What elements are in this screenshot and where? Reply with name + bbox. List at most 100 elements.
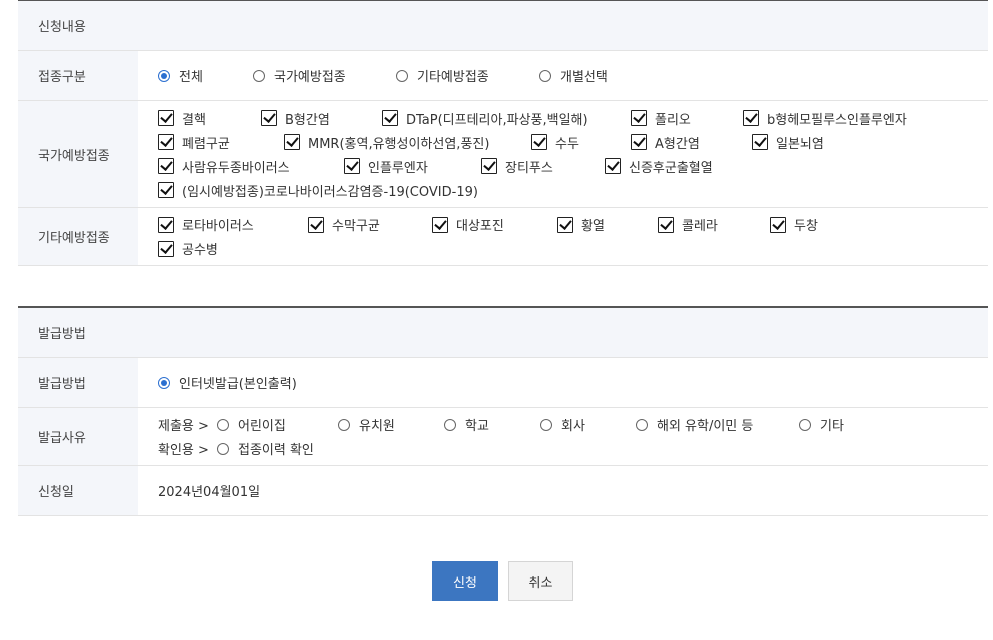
- reason-option[interactable]: 어린이집: [217, 415, 286, 434]
- issuance-reason-label: 발급사유: [18, 408, 138, 465]
- vaccine-label: 로타바이러스: [182, 219, 254, 234]
- application-header: 신청내용: [18, 1, 988, 51]
- checkbox-checked-icon[interactable]: [344, 158, 360, 174]
- vaccine-label: 일본뇌염: [776, 136, 824, 152]
- issuance-method-options: 인터넷발급(본인출력): [138, 358, 988, 407]
- vaccine-checkbox[interactable]: (임시예방접종)코로나바이러스감염증-19(COVID-19): [158, 181, 478, 200]
- radio-icon[interactable]: [444, 418, 456, 431]
- vaccine-checkbox[interactable]: 신증후군출혈열: [605, 157, 713, 176]
- checkbox-checked-icon[interactable]: [752, 134, 768, 150]
- method-option-internet[interactable]: 인터넷발급(본인출력): [158, 373, 297, 392]
- reason-option[interactable]: 회사: [540, 415, 585, 434]
- vaccine-label: MMR(홍역,유행성이하선염,풍진): [308, 136, 490, 152]
- checkbox-checked-icon[interactable]: [432, 216, 448, 233]
- radio-icon[interactable]: [217, 418, 229, 431]
- vaccine-checkbox[interactable]: 사람유두종바이러스: [158, 157, 290, 176]
- radio-icon[interactable]: [540, 418, 552, 431]
- checkbox-checked-icon[interactable]: [158, 240, 174, 257]
- issuance-header: 발급방법: [18, 308, 988, 358]
- application-date-label: 신청일: [18, 466, 138, 515]
- vaccine-checkbox[interactable]: 수두: [531, 133, 579, 152]
- radio-icon[interactable]: [217, 442, 229, 455]
- radio-checked-icon[interactable]: [158, 376, 170, 389]
- reason-option[interactable]: 학교: [444, 415, 489, 434]
- vaccine-label: 대상포진: [456, 219, 504, 234]
- vaccine-label: 사람유두종바이러스: [182, 160, 290, 176]
- radio-icon[interactable]: [539, 69, 551, 82]
- vaccine-label: 수두: [555, 136, 579, 152]
- vaccine-label: (임시예방접종)코로나바이러스감염증-19(COVID-19): [182, 184, 478, 200]
- reason-option[interactable]: 유치원: [338, 415, 395, 434]
- vaccination-type-options: 전체 국가예방접종 기타예방접종 개별선택: [138, 51, 988, 100]
- vaccine-checkbox[interactable]: 두창: [770, 215, 818, 234]
- vaccine-checkbox[interactable]: A형간염: [631, 133, 700, 152]
- reason-option-label: 회사: [561, 419, 585, 434]
- checkbox-checked-icon[interactable]: [631, 110, 647, 126]
- vaccine-checkbox[interactable]: MMR(홍역,유행성이하선염,풍진): [284, 133, 489, 152]
- confirm-prefix: 확인용 >: [158, 443, 209, 458]
- checkbox-checked-icon[interactable]: [557, 216, 573, 233]
- vaccine-checkbox[interactable]: 수막구균: [308, 215, 380, 234]
- type-option-other[interactable]: 기타예방접종: [396, 66, 489, 85]
- radio-icon[interactable]: [396, 69, 408, 82]
- checkbox-checked-icon[interactable]: [382, 110, 398, 126]
- vaccination-type-label: 접종구분: [18, 51, 138, 100]
- reason-option-label: 기타: [820, 419, 844, 434]
- vaccine-checkbox[interactable]: 일본뇌염: [752, 133, 824, 152]
- vaccine-checkbox[interactable]: 장티푸스: [481, 157, 553, 176]
- other-vaccination-options: 로타바이러스 수막구균 대상포진 황열 콜레라 두창 공수병: [138, 208, 988, 265]
- reason-option[interactable]: 기타: [799, 415, 844, 434]
- checkbox-checked-icon[interactable]: [531, 134, 547, 150]
- checkbox-checked-icon[interactable]: [308, 216, 324, 233]
- vaccine-checkbox[interactable]: b형헤모필루스인플루엔자: [743, 109, 907, 128]
- radio-icon[interactable]: [253, 69, 265, 82]
- radio-checked-icon[interactable]: [158, 69, 170, 82]
- type-option-national[interactable]: 국가예방접종: [253, 66, 346, 85]
- type-option-all[interactable]: 전체: [158, 66, 203, 85]
- vaccine-label: 황열: [581, 219, 605, 234]
- checkbox-checked-icon[interactable]: [261, 110, 277, 126]
- checkbox-checked-icon[interactable]: [658, 216, 674, 233]
- radio-icon[interactable]: [338, 418, 350, 431]
- checkbox-checked-icon[interactable]: [743, 110, 759, 126]
- issuance-method-row: 발급방법 인터넷발급(본인출력): [18, 358, 988, 408]
- checkbox-checked-icon[interactable]: [158, 158, 174, 174]
- checkbox-checked-icon[interactable]: [158, 110, 174, 126]
- vaccine-checkbox[interactable]: 황열: [557, 215, 605, 234]
- vaccine-checkbox[interactable]: B형간염: [261, 109, 330, 128]
- issuance-reason-options: 제출용 > 어린이집 유치원 학교 회사 해외 유학/이민 등 기타 확인용 >…: [138, 408, 988, 465]
- checkbox-checked-icon[interactable]: [631, 134, 647, 150]
- reason-option[interactable]: 접종이력 확인: [217, 439, 314, 458]
- checkbox-checked-icon[interactable]: [770, 216, 786, 233]
- checkbox-checked-icon[interactable]: [284, 134, 300, 150]
- reason-option-label: 해외 유학/이민 등: [657, 419, 754, 434]
- vaccine-checkbox[interactable]: 인플루엔자: [344, 157, 428, 176]
- vaccine-checkbox[interactable]: 공수병: [158, 239, 218, 258]
- cancel-button[interactable]: 취소: [508, 561, 573, 601]
- vaccine-checkbox[interactable]: 폐렴구균: [158, 133, 230, 152]
- vaccine-label: 폐렴구균: [182, 136, 230, 152]
- radio-icon[interactable]: [799, 418, 811, 431]
- checkbox-checked-icon[interactable]: [605, 158, 621, 174]
- vaccine-checkbox[interactable]: 콜레라: [658, 215, 718, 234]
- vaccine-checkbox[interactable]: 폴리오: [631, 109, 691, 128]
- vaccine-checkbox[interactable]: 결핵: [158, 109, 206, 128]
- checkbox-checked-icon[interactable]: [158, 182, 174, 198]
- type-option-label: 개별선택: [560, 70, 608, 85]
- reason-option-label: 어린이집: [238, 419, 286, 434]
- checkbox-checked-icon[interactable]: [481, 158, 497, 174]
- type-option-individual[interactable]: 개별선택: [539, 66, 608, 85]
- vaccine-checkbox[interactable]: 대상포진: [432, 215, 504, 234]
- submit-button[interactable]: 신청: [432, 561, 498, 601]
- vaccine-label: 공수병: [182, 243, 218, 258]
- vaccine-checkbox[interactable]: 로타바이러스: [158, 215, 254, 234]
- vaccine-label: A형간염: [655, 136, 700, 152]
- vaccine-checkbox[interactable]: DTaP(디프테리아,파상풍,백일해): [382, 109, 588, 128]
- reason-option-label: 학교: [465, 419, 489, 434]
- checkbox-checked-icon[interactable]: [158, 216, 174, 233]
- checkbox-checked-icon[interactable]: [158, 134, 174, 150]
- application-date-row: 신청일 2024년04월01일: [18, 466, 988, 516]
- vaccine-label: 콜레라: [682, 219, 718, 234]
- radio-icon[interactable]: [636, 418, 648, 431]
- reason-option[interactable]: 해외 유학/이민 등: [636, 415, 753, 434]
